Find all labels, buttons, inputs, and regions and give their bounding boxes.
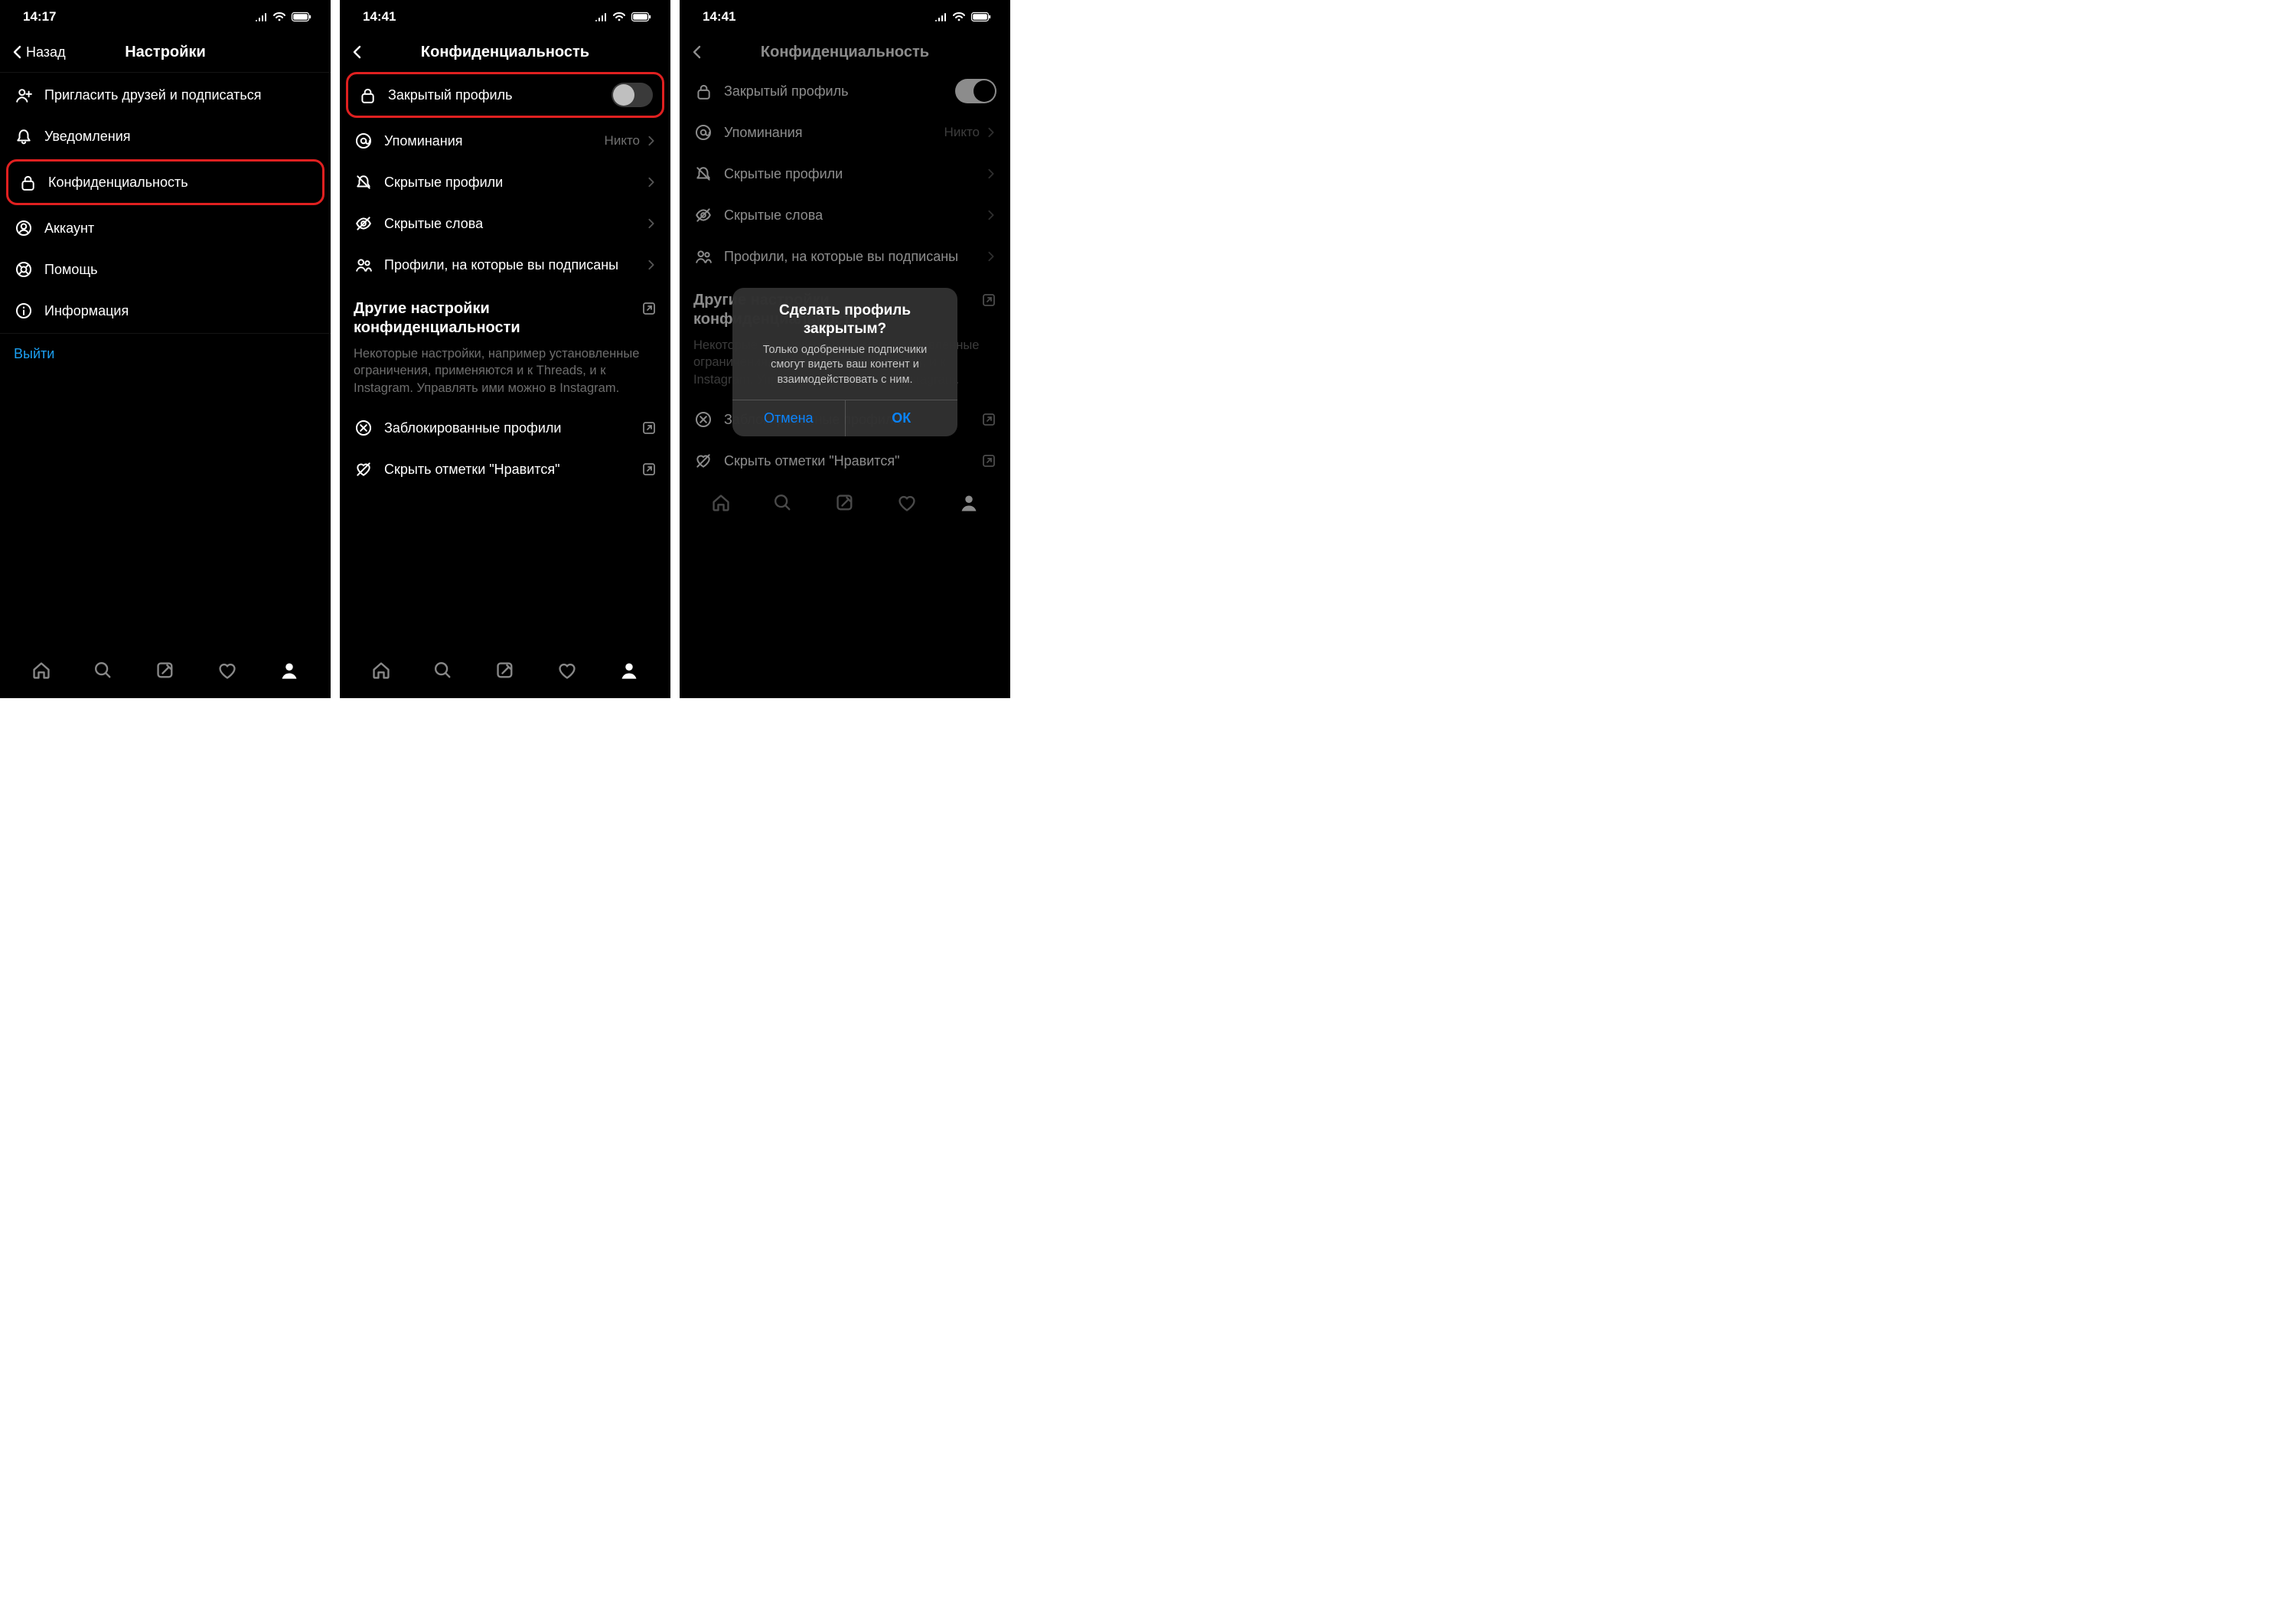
logout-button[interactable]: Выйти [0,335,331,373]
bell-icon [14,128,34,145]
row-label: Профили, на которые вы подписаны [384,256,635,274]
privacy-list: Закрытый профиль Упоминания Никто Скрыты… [340,70,670,649]
signal-icon [254,11,268,22]
row-label: Упоминания [384,132,594,150]
tab-activity[interactable] [216,659,239,682]
section-title: Другие настройки конфиденциальности [340,286,641,341]
row-privacy[interactable]: Конфиденциальность [8,162,322,203]
confirm-dialog: Сделать профиль закрытым? Только одобрен… [732,288,957,436]
lock-icon [18,174,38,191]
row-label: Информация [44,302,317,320]
info-icon [14,302,34,319]
nav-bar: Назад Настройки [0,34,331,70]
dialog-ok-button[interactable]: ОК [845,400,958,436]
status-bar: 14:17 [0,0,331,34]
row-following[interactable]: Профили, на которые вы подписаны [340,244,670,286]
wifi-icon [612,11,626,22]
status-time: 14:41 [363,9,396,24]
tab-home[interactable] [30,659,53,682]
row-invite[interactable]: Пригласить друзей и подписаться [0,74,331,116]
battery-icon [631,11,652,22]
back-button[interactable] [351,44,363,60]
row-value: Никто [605,133,640,149]
back-label: Назад [26,44,66,60]
user-icon [14,220,34,237]
lock-icon [357,87,377,103]
signal-icon [594,11,608,22]
status-bar: 14:41 [340,0,670,34]
row-label: Аккаунт [44,220,317,237]
dialog-title: Сделать профиль закрытым? [732,288,957,343]
back-button[interactable]: Назад [11,44,66,60]
tab-profile[interactable] [278,659,301,682]
row-hidden-words[interactable]: Скрытые слова [340,203,670,244]
row-private-profile[interactable]: Закрытый профиль [348,74,662,116]
wifi-icon [272,11,286,22]
chevron-left-icon [351,44,363,60]
screen-privacy-dialog: 14:41 Конфиденциальность Закрытый профил… [680,0,1010,698]
tab-compose[interactable] [154,659,177,682]
x-circle-icon [354,420,373,436]
tab-compose[interactable] [494,659,517,682]
row-hidden-profiles[interactable]: Скрытые профили [340,162,670,203]
dialog-body: Только одобренные подписчики смогут виде… [732,343,957,400]
tab-profile[interactable] [618,659,641,682]
tab-search[interactable] [92,659,115,682]
row-hide-likes[interactable]: Скрыть отметки "Нравится" [340,449,670,490]
tab-activity[interactable] [556,659,579,682]
bell-off-icon [354,174,373,191]
eye-off-icon [354,215,373,232]
chevron-right-icon [646,217,657,230]
highlight-privacy: Конфиденциальность [6,159,325,205]
page-title: Конфиденциальность [340,44,670,61]
row-notifications[interactable]: Уведомления [0,116,331,157]
row-label: Пригласить друзей и подписаться [44,87,317,104]
dialog-cancel-button[interactable]: Отмена [732,400,845,436]
row-label: Скрытые профили [384,174,635,191]
nav-bar: Конфиденциальность [340,34,670,70]
chevron-right-icon [646,175,657,189]
row-label: Помощь [44,261,317,279]
row-info[interactable]: Информация [0,290,331,331]
chevron-left-icon [11,44,23,60]
tab-search[interactable] [432,659,455,682]
at-icon [354,132,373,149]
highlight-private-profile: Закрытый профиль [346,72,664,118]
dialog-overlay: Сделать профиль закрытым? Только одобрен… [680,0,1010,698]
section-description: Некоторые настройки, например установлен… [340,341,670,407]
status-time: 14:17 [23,9,56,24]
row-label: Уведомления [44,128,317,145]
chevron-right-icon [646,134,657,148]
external-link-icon [641,462,657,477]
help-icon [14,261,34,278]
chevron-right-icon [646,258,657,272]
status-icons [594,11,652,22]
tab-bar [340,649,670,698]
battery-icon [291,11,312,22]
heart-off-icon [354,461,373,478]
row-label: Конфиденциальность [48,174,313,191]
add-user-icon [14,87,34,103]
row-label: Скрытые слова [384,215,635,233]
status-icons [254,11,312,22]
external-link-icon[interactable] [641,286,670,316]
screen-settings: 14:17 Назад Настройки Пригласить друзей … [0,0,331,698]
users-icon [354,256,373,273]
private-profile-toggle[interactable] [612,83,653,107]
row-mentions[interactable]: Упоминания Никто [340,120,670,162]
row-blocked[interactable]: Заблокированные профили [340,407,670,449]
row-label: Заблокированные профили [384,420,631,437]
row-label: Закрытый профиль [388,87,601,104]
row-label: Скрыть отметки "Нравится" [384,461,631,478]
row-account[interactable]: Аккаунт [0,207,331,249]
screen-privacy: 14:41 Конфиденциальность Закрытый профил… [340,0,670,698]
row-help[interactable]: Помощь [0,249,331,290]
settings-list: Пригласить друзей и подписаться Уведомле… [0,74,331,649]
external-link-icon [641,420,657,436]
tab-home[interactable] [370,659,393,682]
tab-bar [0,649,331,698]
